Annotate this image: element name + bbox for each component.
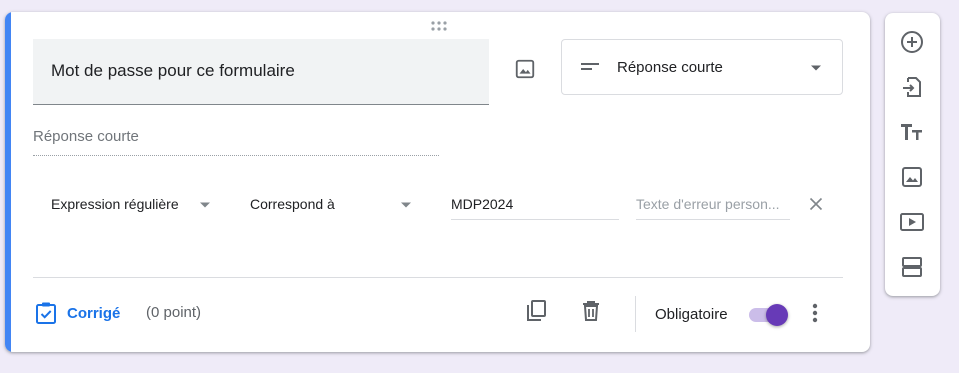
- title-text-icon: [901, 124, 922, 140]
- toggle-thumb: [766, 304, 788, 326]
- answer-key-button[interactable]: Corrigé: [35, 301, 120, 325]
- custom-error-placeholder: Texte d'erreur person...: [636, 196, 780, 212]
- close-icon: [809, 197, 823, 211]
- add-image-toolbar-button[interactable]: [898, 163, 926, 191]
- drag-handle-icon[interactable]: [429, 20, 449, 32]
- answer-key-label: Corrigé: [67, 304, 121, 322]
- delete-button[interactable]: [576, 296, 606, 326]
- clipboard-check-icon: [36, 302, 56, 324]
- copy-icon: [527, 300, 546, 321]
- short-answer-icon: [581, 63, 599, 70]
- chevron-down-icon: [401, 202, 411, 208]
- validation-type-dropdown[interactable]: Expression régulière: [51, 187, 221, 221]
- import-questions-icon: [903, 77, 921, 97]
- duplicate-button[interactable]: [521, 296, 551, 326]
- chevron-down-icon: [811, 65, 821, 71]
- validation-condition-label: Correspond à: [250, 196, 335, 212]
- validation-type-label: Expression régulière: [51, 196, 179, 212]
- required-toggle[interactable]: [747, 303, 789, 326]
- image-icon: [515, 59, 535, 79]
- question-type-dropdown[interactable]: Réponse courte: [561, 39, 843, 95]
- side-toolbar: [885, 13, 940, 296]
- add-image-button[interactable]: [510, 54, 540, 84]
- custom-error-input[interactable]: Texte d'erreur person...: [636, 187, 790, 220]
- question-title-field[interactable]: Mot de passe pour ce formulaire: [33, 39, 489, 105]
- add-question-icon: [901, 31, 923, 53]
- chevron-down-icon: [200, 202, 210, 208]
- points-label: (0 point): [146, 304, 202, 321]
- footer-separator: [635, 296, 636, 332]
- add-question-button[interactable]: [898, 28, 926, 56]
- question-title-text: Mot de passe pour ce formulaire: [51, 61, 295, 80]
- validation-pattern-input[interactable]: MDP2024: [451, 187, 619, 220]
- validation-pattern-value: MDP2024: [451, 196, 514, 212]
- required-label: Obligatoire: [655, 306, 728, 323]
- add-title-button[interactable]: [898, 118, 926, 146]
- import-questions-button[interactable]: [898, 73, 926, 101]
- question-type-label: Réponse courte: [617, 59, 723, 76]
- trash-icon: [583, 301, 599, 321]
- response-validation-row: Expression régulière Correspond à MDP202…: [5, 187, 870, 221]
- close-validation-button[interactable]: [807, 195, 825, 213]
- more-vert-icon: [812, 303, 818, 323]
- add-video-icon: [900, 213, 924, 231]
- add-image-icon: [902, 167, 922, 187]
- add-video-button[interactable]: [898, 208, 926, 236]
- question-footer: Corrigé (0 point) Obligatoire: [5, 292, 870, 336]
- question-card[interactable]: Mot de passe pour ce formulaire Réponse …: [5, 12, 870, 352]
- footer-divider: [33, 277, 843, 278]
- validation-condition-dropdown[interactable]: Correspond à: [250, 187, 420, 221]
- more-options-button[interactable]: [803, 298, 827, 328]
- add-section-icon: [902, 257, 922, 277]
- short-answer-preview: Réponse courte: [33, 128, 439, 156]
- add-section-button[interactable]: [898, 253, 926, 281]
